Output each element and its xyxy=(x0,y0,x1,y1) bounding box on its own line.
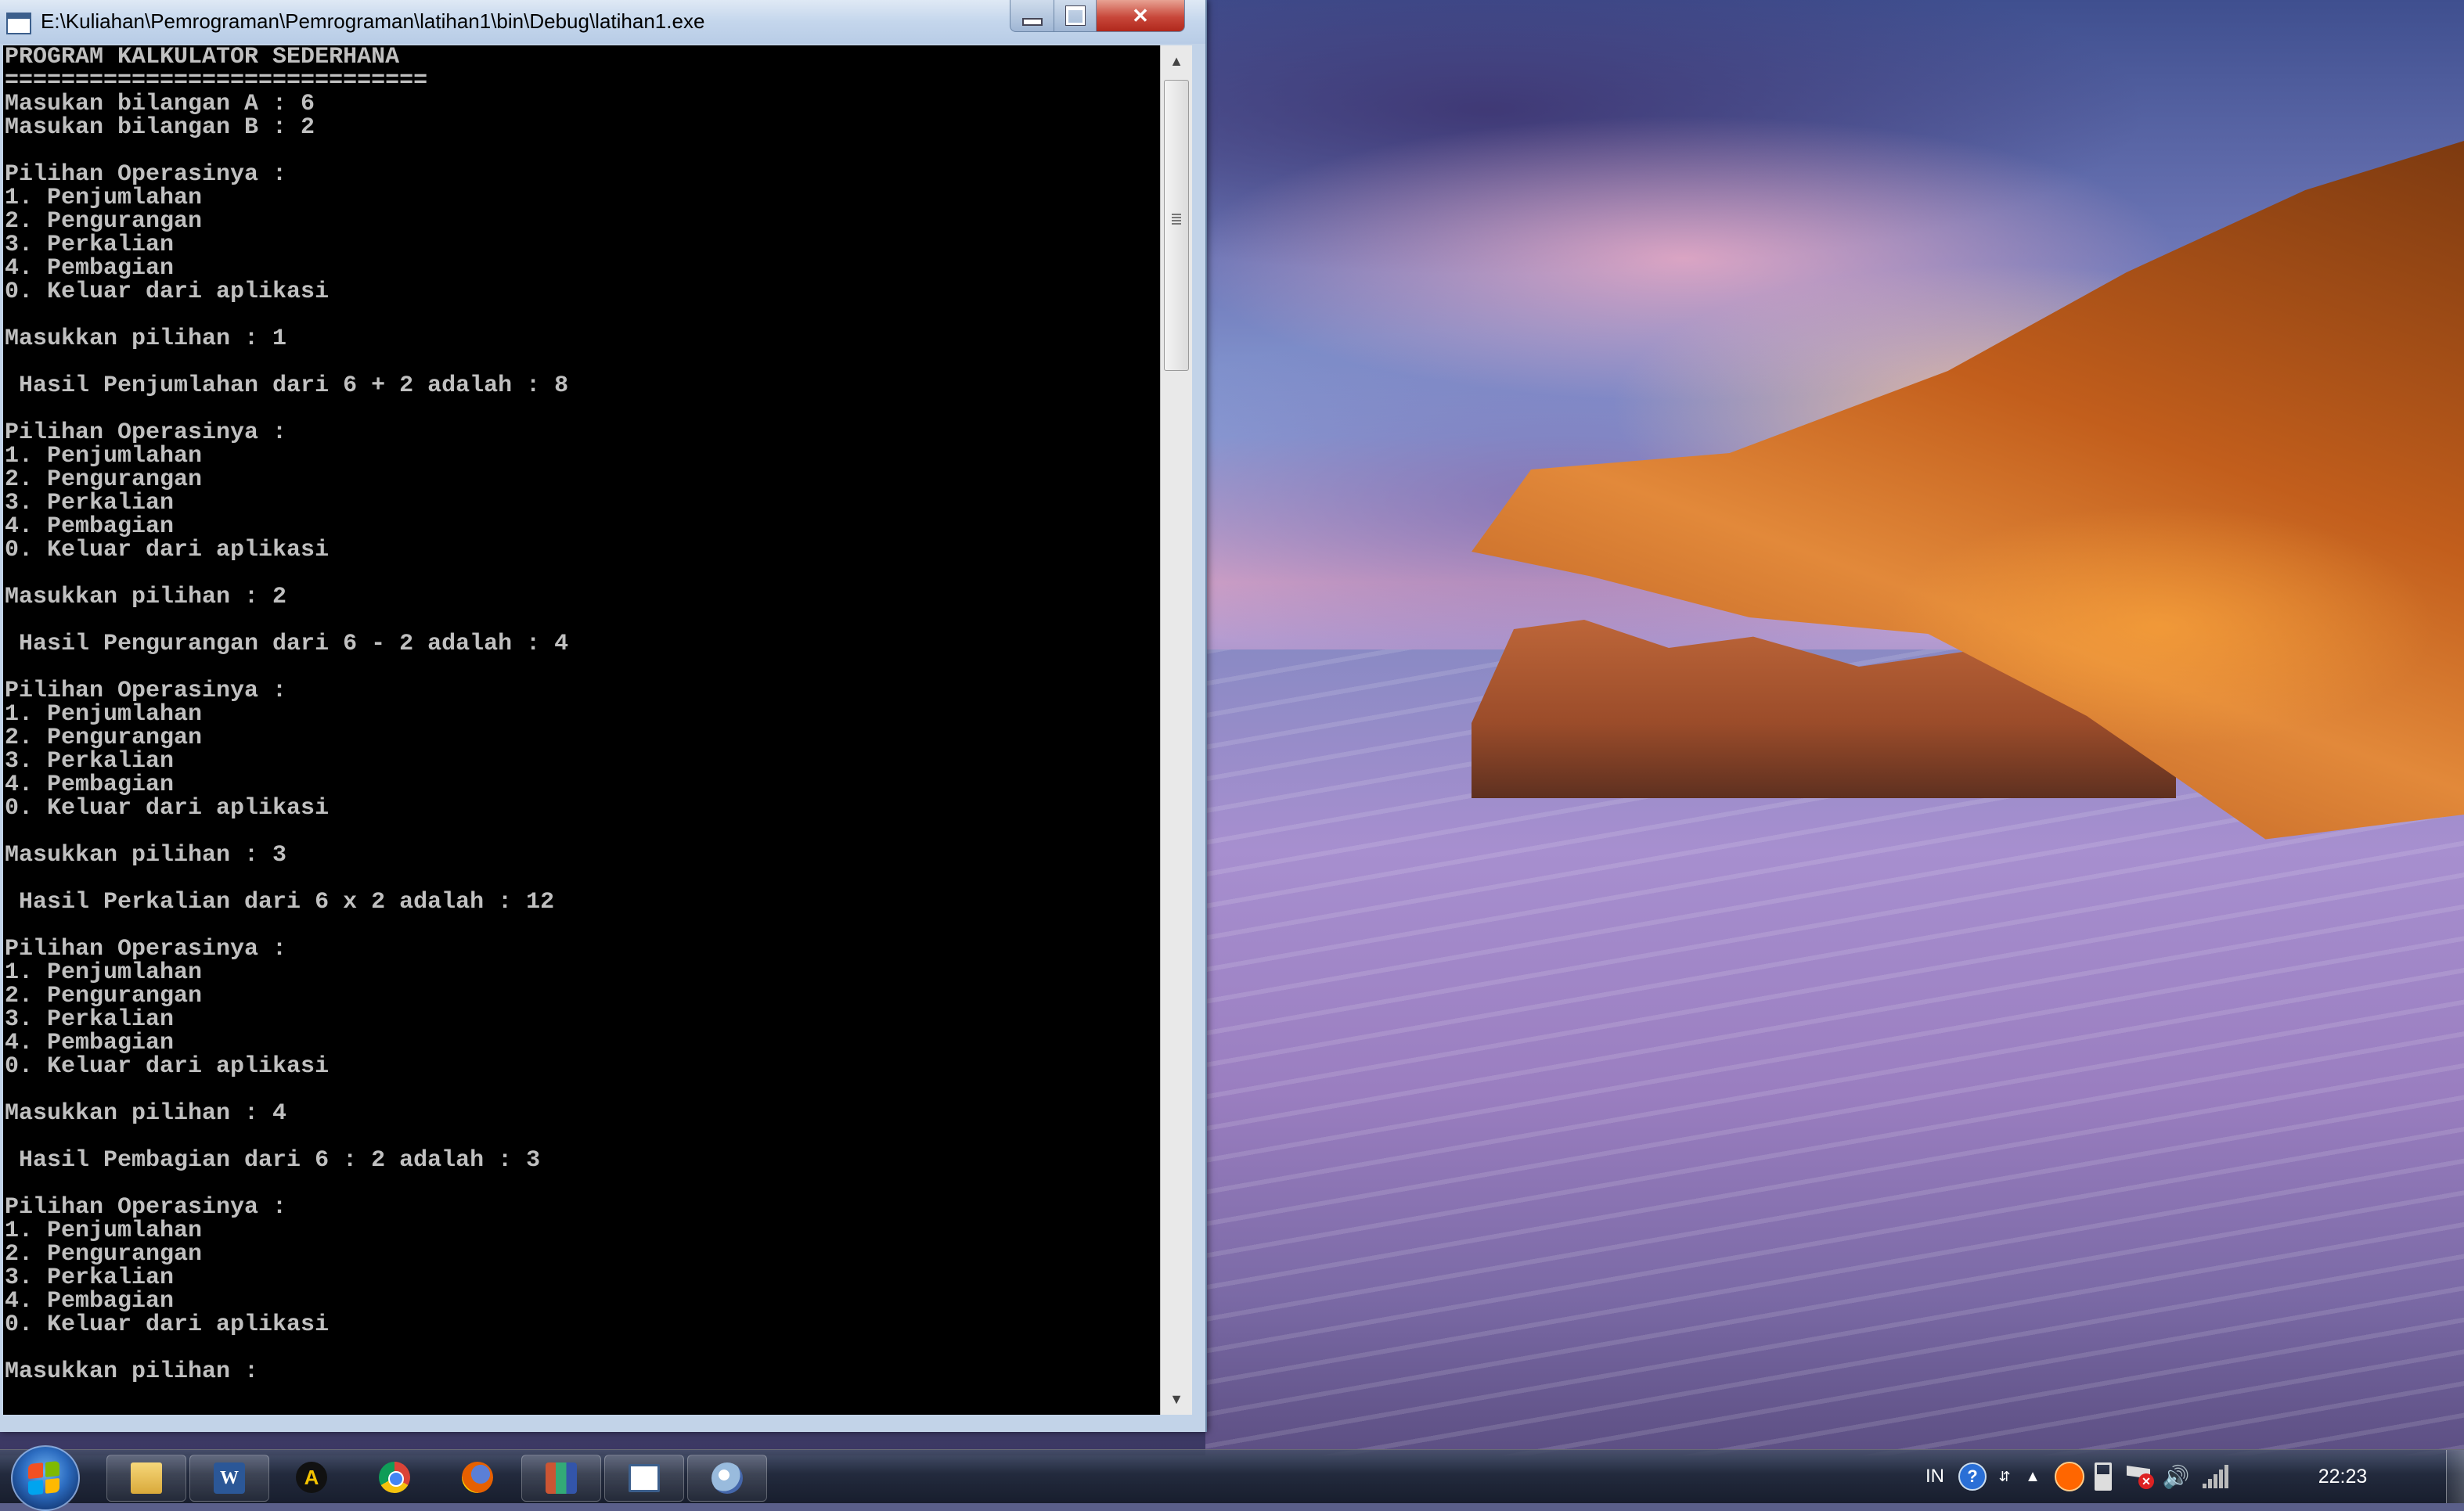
scroll-grip-icon xyxy=(1172,214,1181,225)
system-tray: IN ? ⇵ ▲ ✕ 🔊 22:23 xyxy=(1916,1450,2464,1503)
taskbar-paint-button[interactable] xyxy=(687,1455,767,1502)
console-text: PROGRAM KALKULATOR SEDERHANA ===========… xyxy=(5,45,569,1385)
console-output[interactable]: PROGRAM KALKULATOR SEDERHANA ===========… xyxy=(3,45,1160,1415)
restore-button[interactable] xyxy=(1054,0,1097,32)
network-tray-button[interactable] xyxy=(2199,1461,2231,1492)
alert-x-icon: ✕ xyxy=(2138,1473,2154,1489)
show-hidden-icons-icon[interactable]: ▲ xyxy=(2021,1461,2044,1492)
close-icon: ✕ xyxy=(1132,3,1149,27)
antivirus-icon xyxy=(2055,1462,2084,1491)
folder-icon xyxy=(131,1462,162,1494)
winrar-icon xyxy=(546,1462,577,1494)
word-icon: W xyxy=(214,1462,245,1494)
autocad-icon: A xyxy=(296,1462,327,1493)
chrome-icon xyxy=(379,1462,410,1493)
scroll-down-button[interactable]: ▼ xyxy=(1161,1383,1192,1415)
taskbar: W A IN ? ⇵ ▲ ✕ 🔊 22:23 xyxy=(0,1445,2464,1511)
scroll-up-arrow-icon: ▲ xyxy=(1169,52,1183,69)
scroll-up-button[interactable]: ▲ xyxy=(1161,45,1192,77)
clock[interactable]: 22:23 xyxy=(2300,1461,2386,1492)
console-window[interactable]: E:\Kuliahan\Pemrograman\Pemrograman\lati… xyxy=(0,0,1207,1432)
battery-tray-button[interactable] xyxy=(2091,1461,2115,1492)
show-desktop-button[interactable] xyxy=(2446,1450,2464,1503)
firefox-icon xyxy=(462,1462,493,1493)
start-button[interactable] xyxy=(11,1445,80,1511)
scroll-thumb[interactable] xyxy=(1164,80,1189,371)
taskbar-firefox-button[interactable] xyxy=(438,1455,517,1500)
taskbar-chrome-button[interactable] xyxy=(355,1455,434,1500)
vertical-scrollbar[interactable]: ▲ ▼ xyxy=(1160,45,1192,1415)
taskbar-explorer-button[interactable] xyxy=(106,1455,186,1502)
title-bar[interactable]: E:\Kuliahan\Pemrograman\Pemrograman\lati… xyxy=(0,0,1205,44)
battery-icon xyxy=(2095,1462,2112,1491)
language-indicator[interactable]: IN xyxy=(1918,1461,1952,1492)
taskbar-autocad-button[interactable]: A xyxy=(272,1455,351,1500)
antivirus-tray-button[interactable] xyxy=(2054,1461,2085,1492)
paint-icon xyxy=(711,1462,743,1494)
scroll-down-arrow-icon: ▼ xyxy=(1169,1390,1183,1407)
volume-tray-button[interactable]: 🔊 xyxy=(2160,1461,2192,1492)
volume-icon: 🔊 xyxy=(2162,1464,2190,1489)
console-window-icon[interactable] xyxy=(6,13,31,34)
help-tray-button[interactable]: ? xyxy=(1958,1461,1987,1492)
window-title: E:\Kuliahan\Pemrograman\Pemrograman\lati… xyxy=(41,9,705,33)
taskbar-winrar-button[interactable] xyxy=(521,1455,601,1502)
tray-small-icon[interactable]: ⇵ xyxy=(1993,1461,2016,1492)
network-signal-icon xyxy=(2202,1465,2228,1488)
console-app-icon xyxy=(629,1464,660,1492)
restore-icon xyxy=(1065,5,1086,26)
taskbar-console-button[interactable] xyxy=(604,1455,684,1502)
windows-start-icon xyxy=(28,1460,59,1496)
close-button[interactable]: ✕ xyxy=(1096,0,1185,32)
taskbar-word-button[interactable]: W xyxy=(189,1455,269,1502)
minimize-button[interactable] xyxy=(1010,0,1055,32)
minimize-icon xyxy=(1022,18,1043,26)
help-icon: ? xyxy=(1958,1462,1987,1491)
